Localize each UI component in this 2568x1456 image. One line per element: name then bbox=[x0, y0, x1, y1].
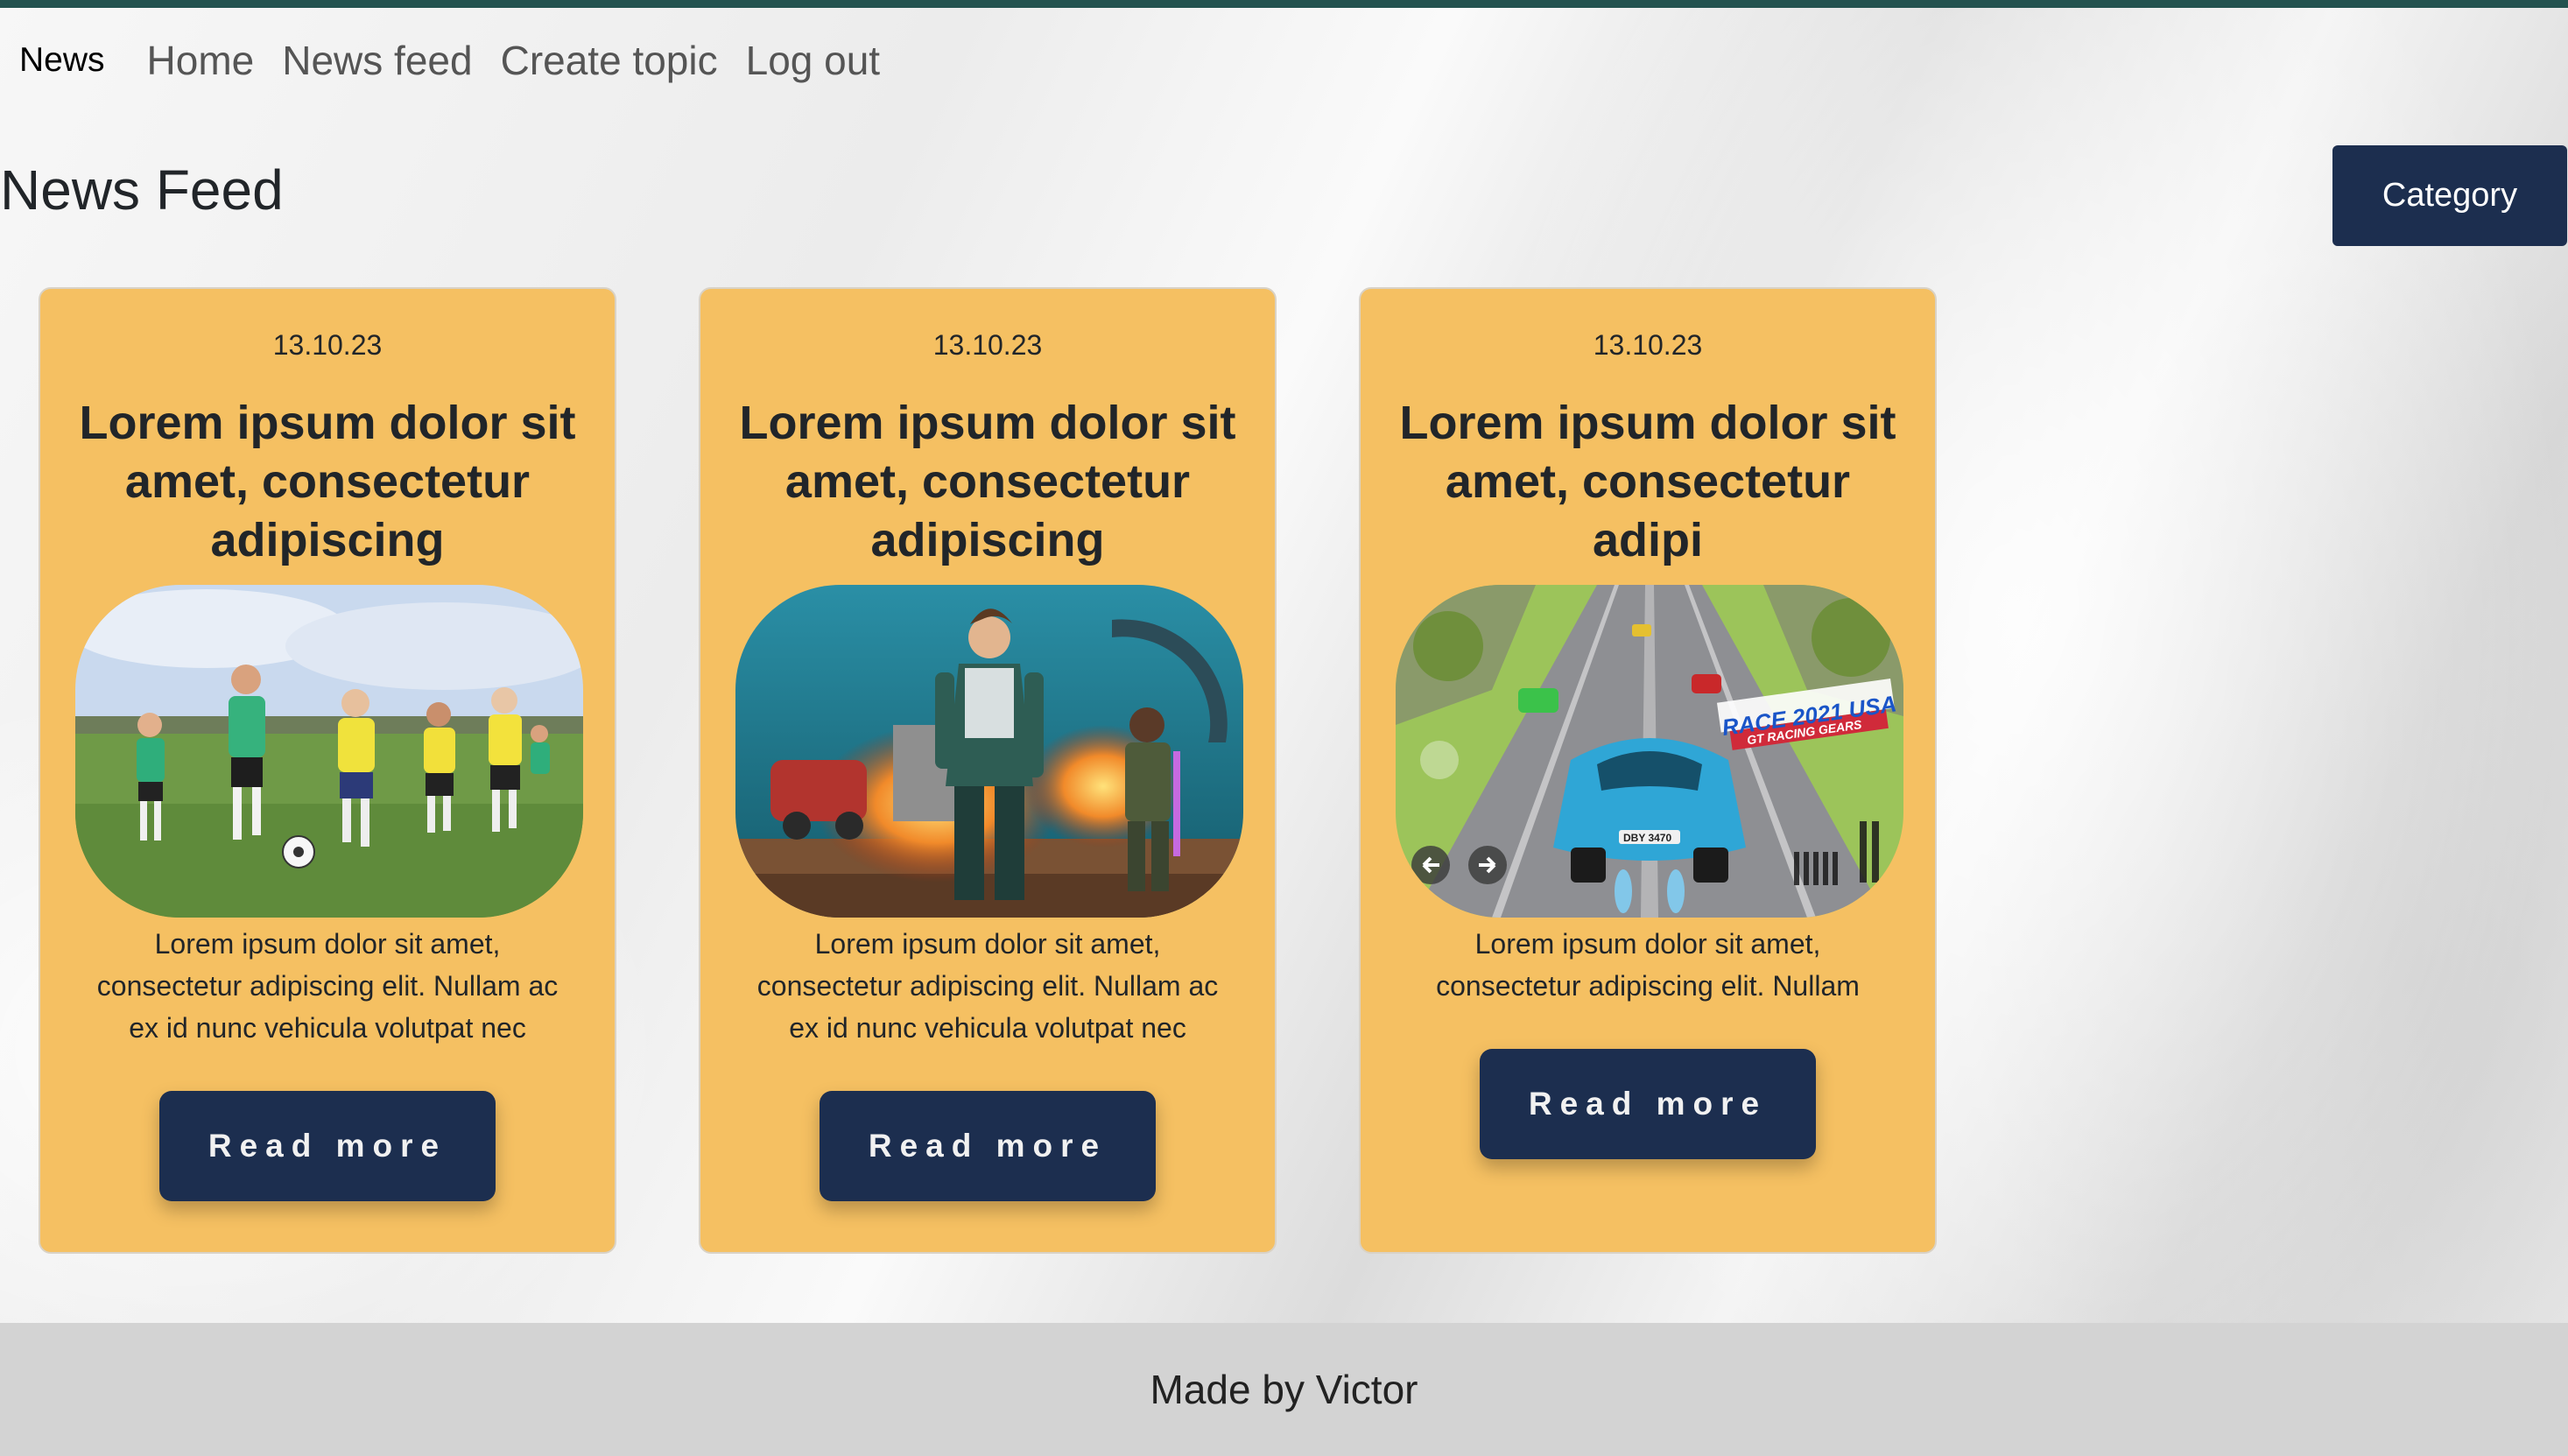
navbar-brand[interactable]: News bbox=[19, 41, 105, 80]
license-plate: DBY 3470 bbox=[1623, 832, 1671, 844]
nav-link-log-out[interactable]: Log out bbox=[746, 37, 880, 84]
footer-credit: Made by Victor bbox=[1150, 1367, 1418, 1412]
card-date: 13.10.23 bbox=[272, 329, 383, 361]
read-more-button[interactable]: Read more bbox=[820, 1091, 1156, 1201]
card-text: Lorem ipsum dolor sit amet, consectetur … bbox=[756, 928, 1219, 1044]
nav-link-home[interactable]: Home bbox=[147, 37, 255, 84]
news-card: 13.10.23 Lorem ipsum dolor sit amet, con… bbox=[699, 287, 1277, 1254]
read-more-button[interactable]: Read more bbox=[1480, 1049, 1816, 1159]
news-card: 13.10.23 Lorem ipsum dolor sit amet, con… bbox=[1359, 287, 1937, 1254]
card-image-kids-soccer bbox=[75, 585, 583, 918]
news-card: 13.10.23 Lorem ipsum dolor sit amet, con… bbox=[39, 287, 616, 1254]
page-title: News Feed bbox=[0, 158, 284, 222]
card-text: Lorem ipsum dolor sit amet, consectetur … bbox=[1436, 928, 1860, 1002]
category-button[interactable]: Category bbox=[2332, 145, 2567, 246]
card-image-game-characters bbox=[735, 585, 1243, 918]
nav-link-create-topic[interactable]: Create topic bbox=[501, 37, 718, 84]
top-accent-bar bbox=[0, 0, 2568, 8]
navbar: News Home News feed Create topic Log out bbox=[0, 8, 2568, 113]
card-title: Lorem ipsum dolor sit amet, consectetur … bbox=[739, 397, 1236, 566]
card-title: Lorem ipsum dolor sit amet, consectetur … bbox=[79, 397, 576, 566]
card-image-racing-game: RACE 2021 USA GT RACING GEARS DBY 3470 bbox=[1396, 585, 1903, 918]
card-text: Lorem ipsum dolor sit amet, consectetur … bbox=[96, 928, 559, 1044]
card-title: Lorem ipsum dolor sit amet, consectetur … bbox=[1399, 397, 1896, 566]
card-date: 13.10.23 bbox=[932, 329, 1043, 361]
nav-link-news-feed[interactable]: News feed bbox=[282, 37, 472, 84]
page-footer: Made by Victor bbox=[0, 1323, 2568, 1456]
card-date: 13.10.23 bbox=[1593, 329, 1703, 361]
read-more-button[interactable]: Read more bbox=[159, 1091, 496, 1201]
